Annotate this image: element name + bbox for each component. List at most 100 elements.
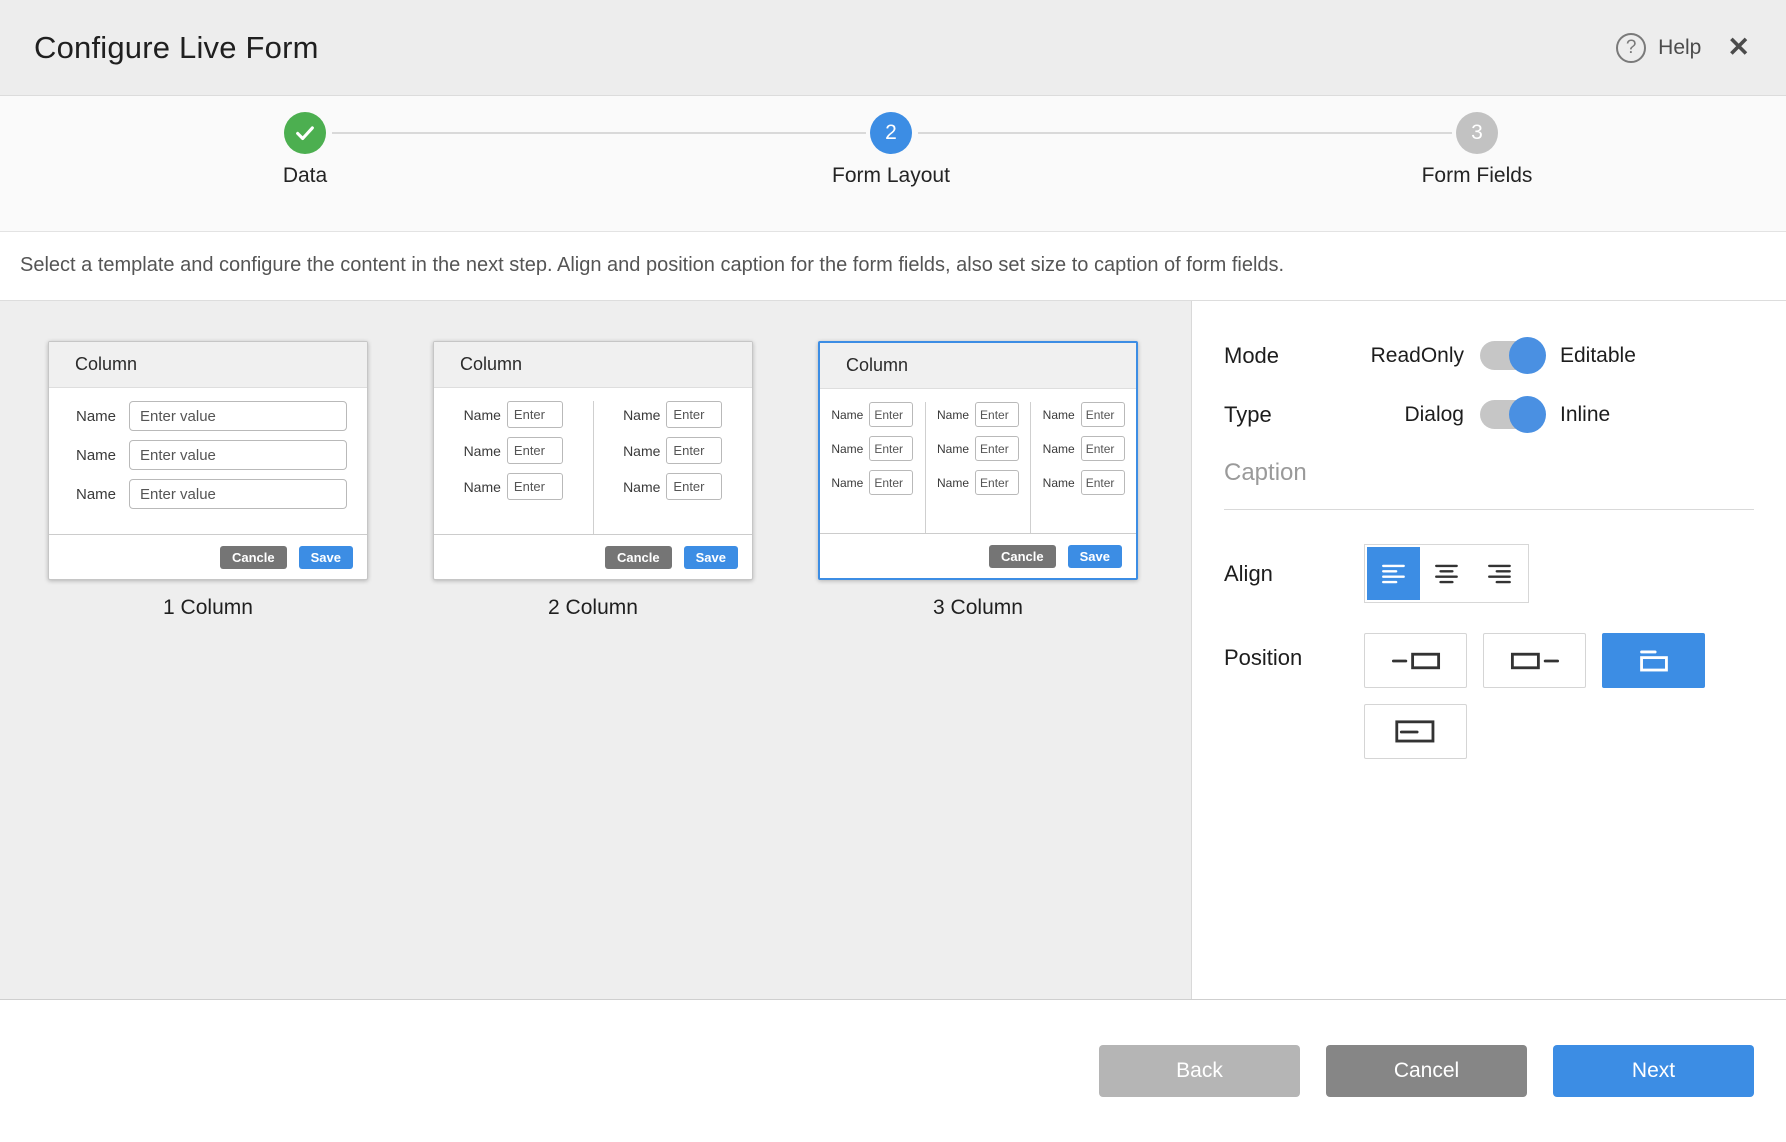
template-card-3-column[interactable]: Column Name Enter Name Enter <box>818 341 1138 580</box>
template-label: 1 Column <box>48 596 368 620</box>
mini-field-label: Name <box>937 442 969 456</box>
template-option-3-column: Column Name Enter Name Enter <box>818 341 1138 999</box>
help-icon: ? <box>1616 33 1646 63</box>
mini-field-input: Enter value <box>129 401 347 431</box>
mini-field-row: Name Enter <box>464 437 563 464</box>
template-option-2-column: Column Name Enter Name Enter <box>433 341 753 999</box>
configure-live-form-dialog: Configure Live Form ? Help ✕ Data 2 Form… <box>0 0 1786 1141</box>
mode-option-readonly: ReadOnly <box>1364 344 1464 368</box>
template-list: Column Name Enter value Name Enter value… <box>0 301 1191 999</box>
cancel-button[interactable]: Cancel <box>1326 1045 1527 1097</box>
mini-field-label: Name <box>937 476 969 490</box>
toggle-knob <box>1509 337 1546 374</box>
mini-field-input: Enter <box>869 436 913 461</box>
align-center-button[interactable] <box>1420 547 1473 600</box>
mini-field-row: Name Enter <box>937 436 1019 461</box>
position-top-button[interactable] <box>1602 633 1705 688</box>
mini-cancel-button: Cancle <box>220 546 287 569</box>
mini-field-row: Name Enter value <box>49 479 367 509</box>
align-right-icon <box>1486 560 1514 588</box>
help-button[interactable]: ? Help <box>1616 33 1701 63</box>
mini-form-column: Name Enter Name Enter Name Enter <box>820 402 925 533</box>
mini-field-input: Enter <box>975 436 1019 461</box>
template-card-2-column[interactable]: Column Name Enter Name Enter <box>433 341 753 580</box>
type-setting: Type Dialog Inline <box>1224 400 1754 429</box>
check-icon <box>284 112 326 154</box>
align-button-group <box>1364 544 1529 603</box>
mini-field-input: Enter <box>666 437 722 464</box>
header-actions: ? Help ✕ <box>1616 33 1750 63</box>
type-toggle[interactable] <box>1480 400 1544 429</box>
mini-field-input: Enter <box>507 473 563 500</box>
caption-inside-icon <box>1390 717 1442 747</box>
type-label: Type <box>1224 402 1364 428</box>
mini-field-row: Name Enter value <box>49 440 367 470</box>
position-right-button[interactable] <box>1483 633 1586 688</box>
step-label: Form Fields <box>1367 164 1587 188</box>
mini-form-footer: Cancle Save <box>434 534 752 579</box>
mode-setting: Mode ReadOnly Editable <box>1224 341 1754 370</box>
mode-label: Mode <box>1224 343 1364 369</box>
position-left-button[interactable] <box>1364 633 1467 688</box>
position-inside-button[interactable] <box>1364 704 1467 759</box>
mini-form-column: Name Enter Name Enter Name Enter <box>434 401 593 534</box>
mini-field-input: Enter <box>869 402 913 427</box>
template-card-1-column[interactable]: Column Name Enter value Name Enter value… <box>48 341 368 580</box>
align-left-icon <box>1380 560 1408 588</box>
mini-field-row: Name Enter <box>831 470 913 495</box>
position-button-group <box>1364 633 1709 759</box>
mini-form-body: Name Enter Name Enter Name Enter <box>434 388 752 534</box>
mode-option-editable: Editable <box>1560 344 1636 368</box>
mini-field-input: Enter <box>1081 402 1125 427</box>
caption-left-icon <box>1390 646 1442 676</box>
align-label: Align <box>1224 561 1364 587</box>
align-right-button[interactable] <box>1473 547 1526 600</box>
close-icon[interactable]: ✕ <box>1727 34 1750 61</box>
mini-save-button: Save <box>684 546 738 569</box>
step-data[interactable]: Data <box>195 112 415 188</box>
mini-field-label: Name <box>1043 442 1075 456</box>
mini-field-label: Name <box>623 479 660 495</box>
mini-form-body: Name Enter Name Enter Name Enter <box>820 389 1136 533</box>
mini-field-label: Name <box>831 408 863 422</box>
mini-save-button: Save <box>299 546 353 569</box>
mini-field-label: Name <box>1043 408 1075 422</box>
mini-cancel-button: Cancle <box>605 546 672 569</box>
step-number: 2 <box>870 112 912 154</box>
next-button[interactable]: Next <box>1553 1045 1754 1097</box>
mini-field-label: Name <box>623 407 660 423</box>
step-form-layout[interactable]: 2 Form Layout <box>781 112 1001 188</box>
mini-form-footer: Cancle Save <box>820 533 1136 578</box>
mini-field-input: Enter value <box>129 479 347 509</box>
step-label: Form Layout <box>781 164 1001 188</box>
align-left-button[interactable] <box>1367 547 1420 600</box>
mini-cancel-button: Cancle <box>989 545 1056 568</box>
mini-form-column: Name Enter Name Enter Name Enter <box>925 402 1031 533</box>
toggle-knob <box>1509 396 1546 433</box>
mini-field-input: Enter <box>666 473 722 500</box>
step-form-fields[interactable]: 3 Form Fields <box>1367 112 1587 188</box>
mini-field-row: Name Enter <box>831 402 913 427</box>
position-setting: Position <box>1224 633 1754 759</box>
mini-field-input: Enter <box>507 437 563 464</box>
mini-form-body: Name Enter value Name Enter value Name E… <box>49 388 367 534</box>
mini-field-row: Name Enter <box>623 437 722 464</box>
template-label: 2 Column <box>433 596 753 620</box>
step-number: 3 <box>1456 112 1498 154</box>
template-label: 3 Column <box>818 596 1138 620</box>
mini-field-input: Enter <box>1081 436 1125 461</box>
mini-field-row: Name Enter <box>937 470 1019 495</box>
position-label: Position <box>1224 645 1364 671</box>
mini-field-label: Name <box>1043 476 1075 490</box>
mode-toggle[interactable] <box>1480 341 1544 370</box>
wizard-stepper: Data 2 Form Layout 3 Form Fields <box>0 96 1786 232</box>
mini-field-input: Enter <box>507 401 563 428</box>
back-button[interactable]: Back <box>1099 1045 1300 1097</box>
mini-field-label: Name <box>831 476 863 490</box>
mini-form-header: Column <box>434 342 752 388</box>
mini-field-row: Name Enter <box>937 402 1019 427</box>
mini-field-input: Enter <box>666 401 722 428</box>
mini-field-row: Name Enter <box>1043 470 1125 495</box>
mini-save-button: Save <box>1068 545 1122 568</box>
mini-field-row: Name Enter value <box>49 401 367 431</box>
